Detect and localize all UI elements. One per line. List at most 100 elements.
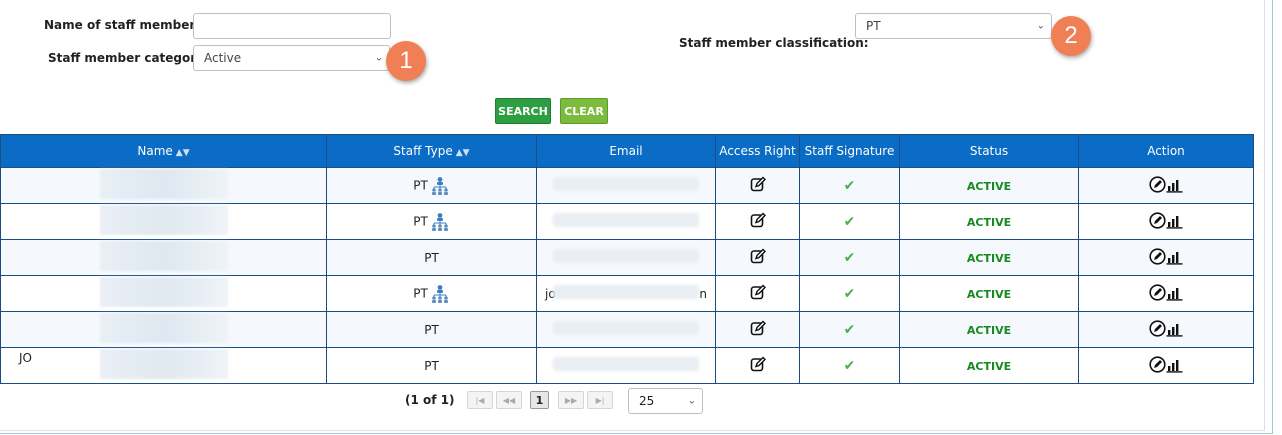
access-right-cell [715, 347, 800, 384]
search-button[interactable]: SEARCH [495, 98, 551, 124]
pencil-circle-icon[interactable] [1149, 175, 1166, 193]
bar-chart-icon[interactable] [1166, 358, 1183, 373]
col-action-header: Action [1078, 134, 1254, 168]
redacted-email [553, 321, 699, 335]
redacted-email [553, 213, 699, 227]
category-label: Staff member category [48, 51, 205, 65]
access-right-cell [715, 275, 800, 312]
team-hierarchy-icon [431, 284, 448, 303]
signature-cell: ✔ [799, 239, 900, 276]
bar-chart-icon[interactable] [1166, 286, 1183, 301]
redacted-name [99, 205, 228, 235]
name-cell [0, 167, 327, 204]
name-cell [0, 239, 327, 276]
redacted-name [99, 169, 228, 199]
signature-cell: ✔ [799, 203, 900, 240]
page-1-button[interactable]: 1 [530, 391, 549, 409]
bar-chart-icon[interactable] [1166, 322, 1183, 337]
name-cell [0, 275, 327, 312]
last-page-button[interactable]: ▶| [587, 391, 613, 409]
status-badge: ACTIVE [966, 287, 1012, 301]
col-signature-header: Staff Signature [799, 134, 900, 168]
staff-type-cell: PT [326, 311, 537, 348]
name-partial: JO [19, 351, 32, 365]
staff-type-cell: PT [326, 239, 537, 276]
col-staff-type-header[interactable]: Staff Type ▲▼ [326, 134, 537, 168]
status-badge: ACTIVE [966, 359, 1012, 373]
page-size-value: 25 [639, 394, 655, 408]
pencil-circle-icon[interactable] [1149, 247, 1166, 265]
status-cell: ACTIVE [899, 239, 1079, 276]
redacted-name [99, 349, 228, 379]
page-size-select[interactable]: 25 ⌄ [628, 388, 703, 414]
col-email-header: Email [536, 134, 716, 168]
next-page-button[interactable]: ▶▶ [558, 391, 584, 409]
bar-chart-icon[interactable] [1166, 178, 1183, 193]
email-cell: jo n [536, 275, 716, 312]
staff-type-cell: PT [326, 203, 537, 240]
table-row: PT jo n ✔ ACTIVE [0, 275, 1254, 312]
email-cell [536, 311, 716, 348]
sort-icon[interactable]: ▲▼ [176, 148, 190, 158]
classification-select-value: PT [866, 19, 881, 33]
col-name-header[interactable]: Name ▲▼ [0, 134, 327, 168]
access-right-cell [715, 311, 800, 348]
email-cell [536, 167, 716, 204]
col-status-header: Status [899, 134, 1079, 168]
chevron-down-icon: ⌄ [687, 395, 696, 407]
team-hierarchy-icon [431, 176, 448, 195]
bar-chart-icon[interactable] [1166, 250, 1183, 265]
redacted-email [553, 249, 699, 263]
status-cell: ACTIVE [899, 167, 1079, 204]
first-page-button[interactable]: |◀ [467, 391, 493, 409]
redacted-email [553, 177, 699, 191]
status-cell: ACTIVE [899, 311, 1079, 348]
prev-page-button[interactable]: ◀◀ [496, 391, 522, 409]
signature-cell: ✔ [799, 275, 900, 312]
name-input[interactable] [193, 13, 391, 39]
edit-icon[interactable] [750, 176, 766, 192]
clear-button[interactable]: CLEAR [560, 98, 608, 124]
status-badge: ACTIVE [966, 251, 1012, 265]
status-cell: ACTIVE [899, 203, 1079, 240]
signature-cell: ✔ [799, 167, 900, 204]
staff-type-cell: PT [326, 347, 537, 384]
pencil-circle-icon[interactable] [1149, 283, 1166, 301]
edit-icon[interactable] [750, 284, 766, 300]
action-cell [1078, 275, 1254, 312]
staff-type-cell: PT [326, 167, 537, 204]
edit-icon[interactable] [750, 356, 766, 372]
status-cell: ACTIVE [899, 347, 1079, 384]
classification-select[interactable]: PT ⌄ [855, 13, 1052, 39]
category-select[interactable]: Active ⌄ [193, 45, 390, 71]
action-cell [1078, 203, 1254, 240]
pencil-circle-icon[interactable] [1149, 355, 1166, 373]
check-icon: ✔ [843, 321, 856, 338]
classification-label: Staff member classification: [679, 36, 869, 50]
check-icon: ✔ [843, 177, 856, 194]
access-right-cell [715, 167, 800, 204]
status-badge: ACTIVE [966, 215, 1012, 229]
pagination-bar: (1 of 1) |◀ ◀◀ 1 ▶▶ ▶| 25 ⌄ [0, 386, 1253, 416]
table-row: PT ✔ ACTIVE [0, 203, 1254, 240]
edit-icon[interactable] [750, 212, 766, 228]
email-cell [536, 347, 716, 384]
edit-icon[interactable] [750, 248, 766, 264]
name-cell [0, 203, 327, 240]
action-cell [1078, 311, 1254, 348]
email-cell [536, 239, 716, 276]
access-right-cell [715, 239, 800, 276]
bar-chart-icon[interactable] [1166, 214, 1183, 229]
redacted-name [99, 313, 228, 343]
edit-icon[interactable] [750, 320, 766, 336]
category-select-value: Active [204, 51, 242, 65]
signature-cell: ✔ [799, 347, 900, 384]
staff-table: Name ▲▼ Staff Type ▲▼ Email Access Right S… [0, 134, 1254, 384]
pencil-circle-icon[interactable] [1149, 211, 1166, 229]
pencil-circle-icon[interactable] [1149, 319, 1166, 337]
name-cell [0, 311, 327, 348]
check-icon: ✔ [843, 213, 856, 230]
redacted-email [553, 285, 699, 299]
table-row: PT ✔ ACTIVE [0, 167, 1254, 204]
sort-icon[interactable]: ▲▼ [456, 148, 470, 158]
